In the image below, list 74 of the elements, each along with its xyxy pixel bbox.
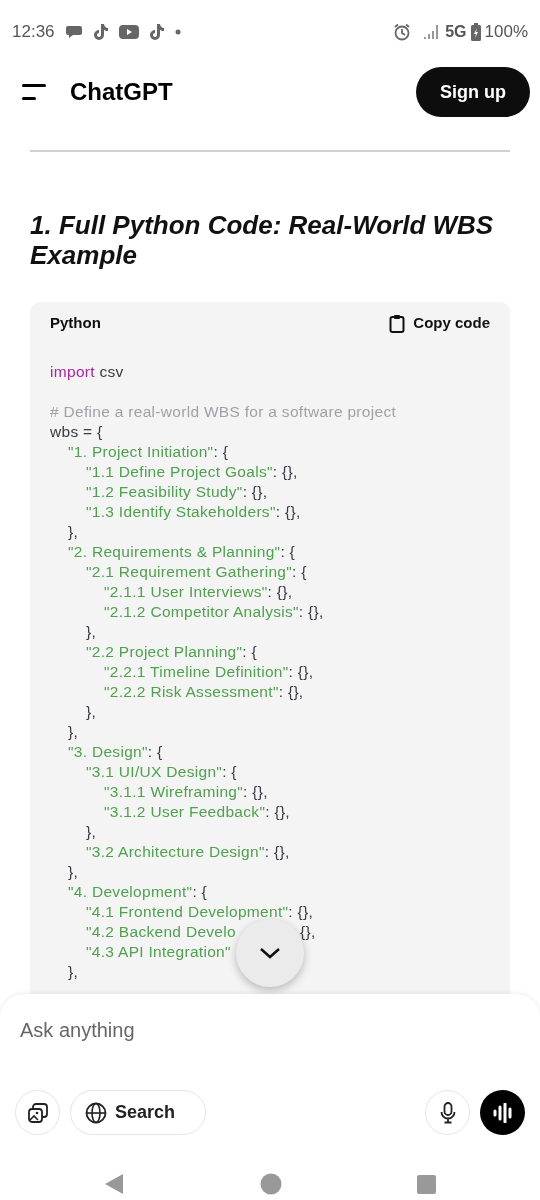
code-string: "2.2.2 Risk Assessment" bbox=[104, 682, 279, 702]
code-text: }, bbox=[86, 702, 97, 722]
code-string: "1.1 Define Project Goals" bbox=[86, 462, 273, 482]
code-text: wbs = { bbox=[50, 422, 103, 442]
code-text: : {}, bbox=[272, 462, 298, 482]
sign-up-button[interactable]: Sign up bbox=[416, 67, 530, 117]
code-string: "1.2 Feasibility Study" bbox=[86, 482, 243, 502]
voice-mode-button[interactable] bbox=[480, 1090, 525, 1135]
code-string: "2.1.1 User Interviews" bbox=[104, 582, 268, 602]
code-string: "1.3 Identify Stakeholders" bbox=[86, 502, 276, 522]
code-string: "2.1 Requirement Gathering" bbox=[86, 562, 293, 582]
code-text: : {}, bbox=[265, 802, 290, 822]
code-string: "4. Development" bbox=[68, 882, 193, 902]
code-string: "2.1.2 Competitor Analysis" bbox=[104, 602, 299, 622]
battery-icon bbox=[470, 23, 481, 41]
alarm-icon bbox=[393, 23, 412, 41]
code-text: }, bbox=[86, 822, 97, 842]
clock-time: 12:36 bbox=[12, 21, 55, 44]
globe-icon bbox=[85, 1101, 107, 1124]
clipboard-icon bbox=[389, 313, 406, 333]
dot-icon bbox=[174, 29, 181, 35]
code-string: "3.1.1 Wireframing" bbox=[104, 782, 244, 802]
code-text: : { bbox=[147, 742, 163, 762]
code-text: : {}, bbox=[278, 682, 304, 702]
code-text: : {}, bbox=[298, 602, 324, 622]
section-heading: 1. Full Python Code: Real-World WBS Example bbox=[30, 210, 495, 270]
code-string: "3.1 UI/UX Design" bbox=[86, 762, 223, 782]
app-title: ChatGPT bbox=[70, 77, 173, 107]
code-text: csv bbox=[98, 362, 124, 382]
code-text: : { bbox=[280, 542, 296, 562]
images-icon bbox=[26, 1101, 49, 1124]
play-icon bbox=[118, 25, 139, 39]
code-text: }, bbox=[68, 522, 79, 542]
code-text: : { bbox=[192, 882, 208, 902]
music-note-icon bbox=[148, 23, 165, 41]
code-string: "2. Requirements & Planning" bbox=[68, 542, 281, 562]
code-string: "1. Project Initiation" bbox=[68, 442, 214, 462]
code-text: : { bbox=[292, 562, 307, 582]
message-input[interactable]: Ask anything bbox=[20, 1012, 520, 1048]
code-text: }, bbox=[68, 722, 79, 742]
code-string: "2.2.1 Timeline Definition" bbox=[104, 662, 289, 682]
code-text: }, bbox=[68, 862, 79, 882]
home-icon[interactable] bbox=[259, 1173, 282, 1195]
code-text: : {}, bbox=[267, 582, 293, 602]
code-text: : { bbox=[213, 442, 229, 462]
code-string: "3.2 Architecture Design" bbox=[86, 842, 265, 862]
code-text: {}, bbox=[299, 922, 316, 942]
recents-icon[interactable] bbox=[417, 1174, 436, 1194]
code-text: }, bbox=[86, 622, 97, 642]
chevron-down-icon bbox=[259, 947, 281, 959]
code-string: "3. Design" bbox=[68, 742, 148, 762]
network-label: 5G bbox=[445, 22, 467, 42]
code-string: "4.2 Backend Develo bbox=[86, 922, 236, 942]
back-icon[interactable] bbox=[104, 1173, 124, 1195]
chat-bubble-icon bbox=[64, 24, 83, 40]
copy-code-button[interactable]: Copy code bbox=[389, 311, 490, 335]
code-keyword: import bbox=[50, 362, 95, 382]
battery-level: 100% bbox=[484, 21, 528, 44]
music-note-icon bbox=[92, 23, 109, 41]
code-text: : {}, bbox=[242, 482, 268, 502]
menu-icon[interactable] bbox=[22, 84, 46, 100]
code-string: "4.3 API Integration" bbox=[86, 942, 231, 962]
code-comment: # Define a real-world WBS for a software project bbox=[50, 402, 397, 422]
code-text: : {}, bbox=[243, 782, 268, 802]
language-label: Python bbox=[50, 312, 101, 333]
code-text: : {}, bbox=[288, 662, 314, 682]
code-text: : {}, bbox=[275, 502, 301, 522]
code-text: : { bbox=[222, 762, 237, 782]
code-text: : { bbox=[242, 642, 258, 662]
code-text: }, bbox=[68, 962, 79, 982]
microphone-icon bbox=[439, 1101, 456, 1124]
code-text: : {}, bbox=[288, 902, 314, 922]
code-text: : {}, bbox=[264, 842, 290, 862]
sound-wave-icon bbox=[491, 1102, 514, 1123]
